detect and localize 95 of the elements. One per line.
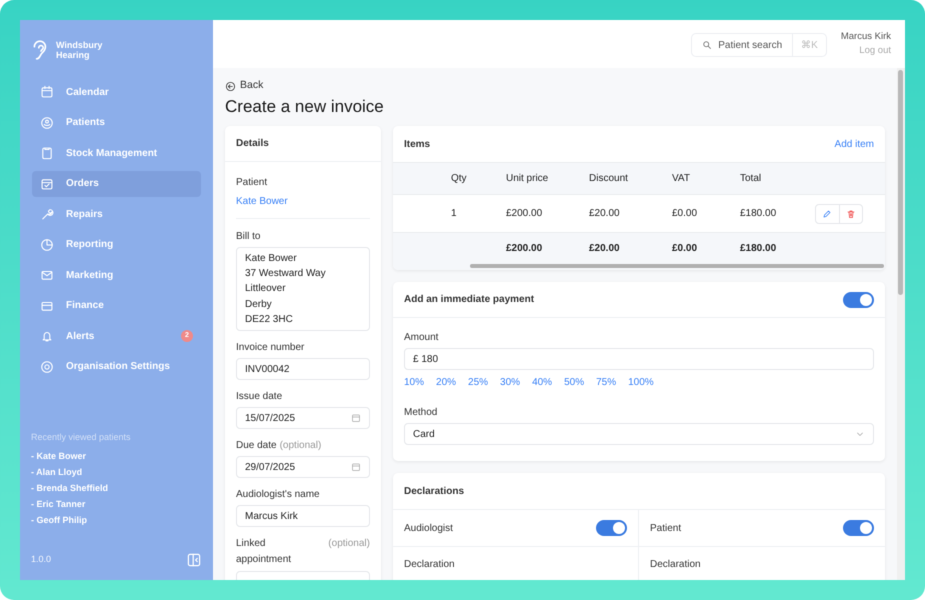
- calendar-check-icon: [40, 176, 54, 190]
- shortcut-hint: ⌘K: [792, 34, 826, 56]
- field-label: Audiologist's name: [236, 488, 320, 502]
- back-link[interactable]: Back: [225, 80, 885, 92]
- brand-name-text: Hearing: [56, 50, 91, 60]
- field-label: Method: [404, 406, 438, 420]
- date-field[interactable]: 29/07/2025: [236, 456, 370, 478]
- column-header: Discount: [589, 172, 629, 186]
- recent-patient-link[interactable]: - Eric Tanner: [31, 498, 202, 510]
- smiley-icon: [40, 116, 54, 130]
- total-cell-text: £0.00: [672, 242, 698, 256]
- pie-chart-icon: [40, 238, 54, 252]
- sidebar-item[interactable]: Marketing: [32, 262, 201, 288]
- collapse-sidebar-icon: [186, 552, 202, 568]
- field-label: Declaration: [404, 558, 456, 572]
- back-arrow-icon: [225, 80, 236, 92]
- recent-patient-link[interactable]: - Geoff Philip: [31, 514, 202, 526]
- envelope-icon: [40, 268, 54, 282]
- patient-search-field[interactable]: Patient search ⌘K: [691, 33, 827, 57]
- percentage-link[interactable]: 25%: [468, 375, 488, 390]
- user-name: Marcus Kirk: [840, 30, 891, 44]
- percentage-link[interactable]: 10%: [404, 375, 424, 390]
- toggle-switch[interactable]: [843, 292, 874, 308]
- sidebar-item[interactable]: Organisation Settings: [32, 354, 201, 380]
- method-select[interactable]: Card: [404, 423, 874, 445]
- recent-patient-link[interactable]: - Kate Bower: [31, 450, 202, 462]
- table-cell-text: £180.00: [740, 207, 778, 221]
- optional-hint: (optional): [328, 537, 370, 552]
- bill-to-field[interactable]: Kate Bower 37 Westward Way Littleover Derby DE22 3HC: [236, 247, 370, 332]
- percentage-link[interactable]: 40%: [532, 375, 552, 390]
- column-header: Total: [740, 172, 762, 186]
- column-header: VAT: [672, 172, 691, 186]
- percentage-link[interactable]: 100%: [628, 375, 654, 390]
- page-title: Create a new invoice: [225, 97, 385, 117]
- percentage-link[interactable]: 75%: [596, 375, 616, 390]
- field-label: Declaration: [650, 558, 702, 572]
- sidebar-item[interactable]: Calendar: [32, 79, 201, 105]
- calendar-icon: [40, 85, 54, 99]
- field-label: Issue date: [236, 390, 282, 404]
- field-label: Invoice number: [236, 341, 304, 356]
- search-icon: [702, 40, 712, 50]
- card-title: Declarations: [393, 473, 885, 510]
- trash-icon: [846, 208, 856, 218]
- bell-icon: [40, 329, 54, 343]
- percentage-link[interactable]: 30%: [500, 375, 520, 390]
- table-cell-text: 1: [451, 207, 458, 221]
- recent-patient-link[interactable]: - Brenda Sheffield: [31, 482, 202, 494]
- percentage-link[interactable]: 20%: [436, 375, 456, 390]
- date-field[interactable]: 15/07/2025: [236, 407, 370, 430]
- card-title: Details: [225, 126, 381, 162]
- sidebar-item[interactable]: Finance: [32, 292, 201, 318]
- text-field[interactable]: Marcus Kirk: [236, 505, 370, 528]
- add-item-link[interactable]: Add item: [834, 136, 874, 152]
- column-header: Unit price: [506, 172, 550, 186]
- recent-patients-heading: Recently viewed patients: [30, 430, 132, 444]
- field-label: Patient: [650, 522, 682, 536]
- field-label: Due date: [236, 439, 277, 454]
- brand-name-text: Windsbury: [56, 40, 102, 50]
- toggle-switch[interactable]: [596, 520, 627, 536]
- sidebar-item[interactable]: Reporting: [32, 232, 201, 258]
- sidebar-item[interactable]: Orders: [32, 170, 201, 196]
- total-cell-text: £20.00: [589, 242, 621, 256]
- table-cell-text: £20.00: [589, 207, 621, 221]
- recent-patient-link[interactable]: - Alan Lloyd: [31, 466, 202, 478]
- total-cell-text: £200.00: [506, 242, 544, 256]
- field-label: Linked appointment: [236, 537, 292, 568]
- gear-icon: [40, 360, 54, 374]
- log-out-link[interactable]: Log out: [859, 44, 891, 58]
- patient-link[interactable]: Kate Bower: [236, 194, 370, 219]
- card-title: Items: [404, 138, 430, 152]
- field-label: Amount: [404, 331, 440, 345]
- sidebar-item[interactable]: Repairs: [32, 201, 201, 227]
- sidebar-item[interactable]: Patients: [32, 110, 201, 136]
- toggle-switch[interactable]: [843, 520, 874, 536]
- field-label: Audiologist: [404, 522, 453, 536]
- sidebar-item[interactable]: Stock Management: [32, 140, 201, 166]
- version-text: 1.0.0: [31, 553, 52, 566]
- optional-hint: (optional): [280, 439, 322, 454]
- calendar-icon: [351, 413, 361, 424]
- pencil-icon: [822, 208, 832, 218]
- clipboard-icon: [40, 146, 54, 160]
- field-label: Bill to: [236, 230, 262, 244]
- scrollbar[interactable]: [897, 68, 905, 580]
- amount-field[interactable]: £ 180: [404, 348, 874, 370]
- wrench-icon: [40, 207, 54, 221]
- horizontal-scrollbar[interactable]: [470, 264, 884, 268]
- total-cell-text: £180.00: [740, 242, 778, 256]
- table-cell-text: £200.00: [506, 207, 544, 221]
- percentage-link[interactable]: 50%: [564, 375, 584, 390]
- text-field[interactable]: INV00042: [236, 358, 370, 380]
- field-label: Patient: [236, 176, 268, 190]
- card-title: Add an immediate payment: [404, 293, 534, 307]
- calendar-icon: [351, 462, 361, 472]
- table-cell-text: £0.00: [672, 207, 698, 221]
- column-header: Qty: [451, 172, 468, 186]
